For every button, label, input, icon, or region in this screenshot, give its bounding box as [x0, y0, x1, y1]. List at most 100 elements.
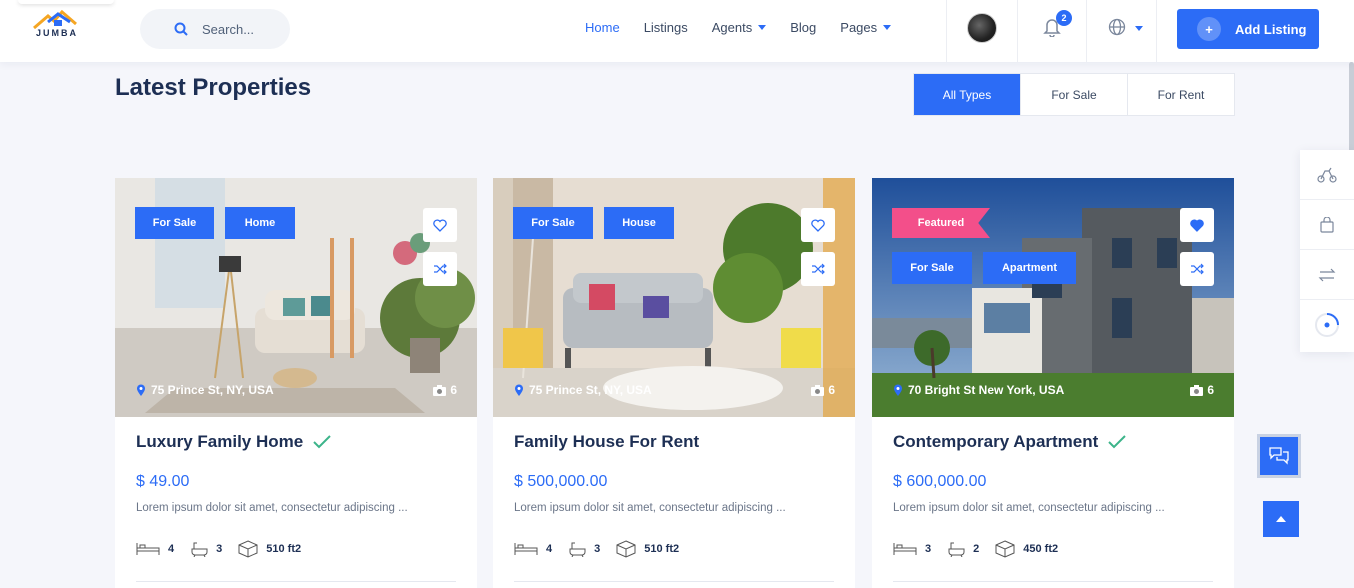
baths-count: 3	[216, 543, 223, 555]
bath-icon	[948, 542, 965, 557]
property-price: $ 600,000.00	[893, 473, 987, 490]
property-title[interactable]: Contemporary Apartment	[893, 432, 1127, 452]
language-chevron-down-icon[interactable]	[1135, 26, 1143, 31]
type-tag[interactable]: Home	[225, 207, 295, 239]
property-location: 75 Prince St, NY, USA	[136, 383, 274, 397]
filter-for-sale[interactable]: For Sale	[1020, 74, 1127, 115]
property-type-filter: All Types For Sale For Rent	[913, 73, 1235, 116]
bed-icon	[514, 543, 538, 555]
nav-agents[interactable]: Agents	[711, 20, 767, 35]
compare-button[interactable]	[423, 252, 457, 286]
nav-home[interactable]: Home	[585, 20, 620, 35]
type-tag[interactable]: Apartment	[983, 252, 1076, 284]
property-title-text: Family House For Rent	[514, 432, 700, 451]
status-tag[interactable]: For Sale	[513, 207, 593, 239]
divider	[514, 581, 834, 582]
scooter-icon	[1317, 167, 1337, 183]
filter-all-types[interactable]: All Types	[914, 74, 1020, 115]
verified-check-icon	[313, 435, 331, 449]
floating-sidebar	[1300, 150, 1354, 352]
map-pin-icon	[894, 384, 902, 396]
arrow-up-icon	[1276, 516, 1286, 522]
sidebar-button-bag[interactable]	[1300, 200, 1354, 250]
type-tag[interactable]: House	[604, 207, 674, 239]
verified-check-icon	[1108, 435, 1127, 449]
status-tag[interactable]: For Sale	[135, 207, 214, 239]
property-price: $ 49.00	[136, 473, 190, 490]
beds-count: 3	[925, 543, 932, 555]
beds-feature: 4	[136, 542, 174, 556]
add-listing-label: Add Listing	[1235, 21, 1307, 37]
property-location: 75 Prince St, NY, USA	[514, 383, 652, 397]
search-input[interactable]: Search...	[140, 9, 290, 49]
beds-count: 4	[168, 543, 175, 555]
beds-count: 4	[546, 543, 553, 555]
shuffle-icon	[1191, 263, 1204, 275]
property-card[interactable]: Featured For Sale Apartment 70 Bright St…	[872, 178, 1234, 588]
bath-icon	[191, 542, 208, 557]
divider	[1086, 0, 1087, 62]
property-card[interactable]: For Sale Home 75 Prince St, NY, USA 6 Lu…	[115, 178, 477, 588]
divider	[136, 581, 456, 582]
compare-button[interactable]	[1180, 252, 1214, 286]
divider	[1017, 0, 1018, 62]
bed-icon	[893, 543, 917, 555]
area-feature: 510 ft2	[616, 540, 679, 558]
baths-feature: 2	[947, 541, 979, 557]
shuffle-icon	[434, 263, 447, 275]
plus-icon: +	[1197, 17, 1221, 41]
add-listing-button[interactable]: + Add Listing	[1177, 9, 1319, 49]
chat-icon	[1269, 447, 1289, 465]
nav-agents-label: Agents	[711, 20, 753, 35]
status-tag[interactable]: For Sale	[892, 252, 972, 284]
photo-count: 6	[1190, 383, 1214, 397]
nav-pages[interactable]: Pages	[840, 20, 892, 35]
property-description: Lorem ipsum dolor sit amet, consectetur …	[893, 502, 1165, 514]
user-avatar[interactable]	[967, 13, 997, 43]
jumba-logo-icon[interactable]	[30, 8, 86, 44]
scroll-to-top-button[interactable]	[1263, 501, 1299, 537]
favorite-button[interactable]	[801, 208, 835, 242]
favorite-button[interactable]	[1180, 208, 1214, 242]
notification-badge: 2	[1056, 10, 1072, 26]
nav-home-label: Home	[585, 20, 620, 35]
area-feature: 510 ft2	[238, 540, 301, 558]
nav-blog[interactable]: Blog	[790, 20, 816, 35]
cube-icon	[995, 540, 1015, 558]
photo-count-text: 6	[828, 383, 835, 397]
property-title-text: Contemporary Apartment	[893, 432, 1099, 451]
compare-button[interactable]	[801, 252, 835, 286]
sidebar-button-scooter[interactable]	[1300, 150, 1354, 200]
baths-feature: 3	[568, 541, 600, 557]
area-size: 510 ft2	[644, 543, 680, 555]
site-header: JUMBA Search... Home Listings Agents Blo…	[0, 0, 1354, 62]
featured-tag[interactable]: Featured	[892, 208, 990, 238]
sidebar-button-loading[interactable]	[1300, 300, 1354, 350]
cube-icon	[616, 540, 636, 558]
divider	[946, 0, 947, 62]
divider	[1156, 0, 1157, 62]
area-size: 450 ft2	[1023, 543, 1059, 555]
camera-icon	[811, 384, 825, 396]
camera-icon	[433, 384, 447, 396]
sidebar-button-compare[interactable]	[1300, 250, 1354, 300]
nav-listings[interactable]: Listings	[644, 20, 688, 35]
baths-count: 3	[594, 543, 601, 555]
property-title-text: Luxury Family Home	[136, 432, 304, 451]
property-title[interactable]: Family House For Rent	[514, 432, 699, 452]
divider	[893, 581, 1213, 582]
photo-count: 6	[433, 383, 457, 397]
globe-icon[interactable]	[1108, 18, 1126, 41]
chevron-down-icon	[758, 25, 767, 30]
loading-spinner-icon	[1315, 313, 1339, 337]
property-card[interactable]: For Sale House 75 Prince St, NY, USA 6 F…	[493, 178, 855, 588]
favorite-button[interactable]	[423, 208, 457, 242]
photo-count: 6	[811, 383, 835, 397]
section-title: Latest Properties	[115, 74, 312, 101]
property-title[interactable]: Luxury Family Home	[136, 432, 331, 452]
browser-tab-stub	[18, 0, 114, 4]
property-description: Lorem ipsum dolor sit amet, consectetur …	[136, 502, 408, 514]
bag-icon	[1320, 216, 1334, 233]
chat-button[interactable]	[1257, 434, 1301, 478]
filter-for-rent[interactable]: For Rent	[1127, 74, 1234, 115]
